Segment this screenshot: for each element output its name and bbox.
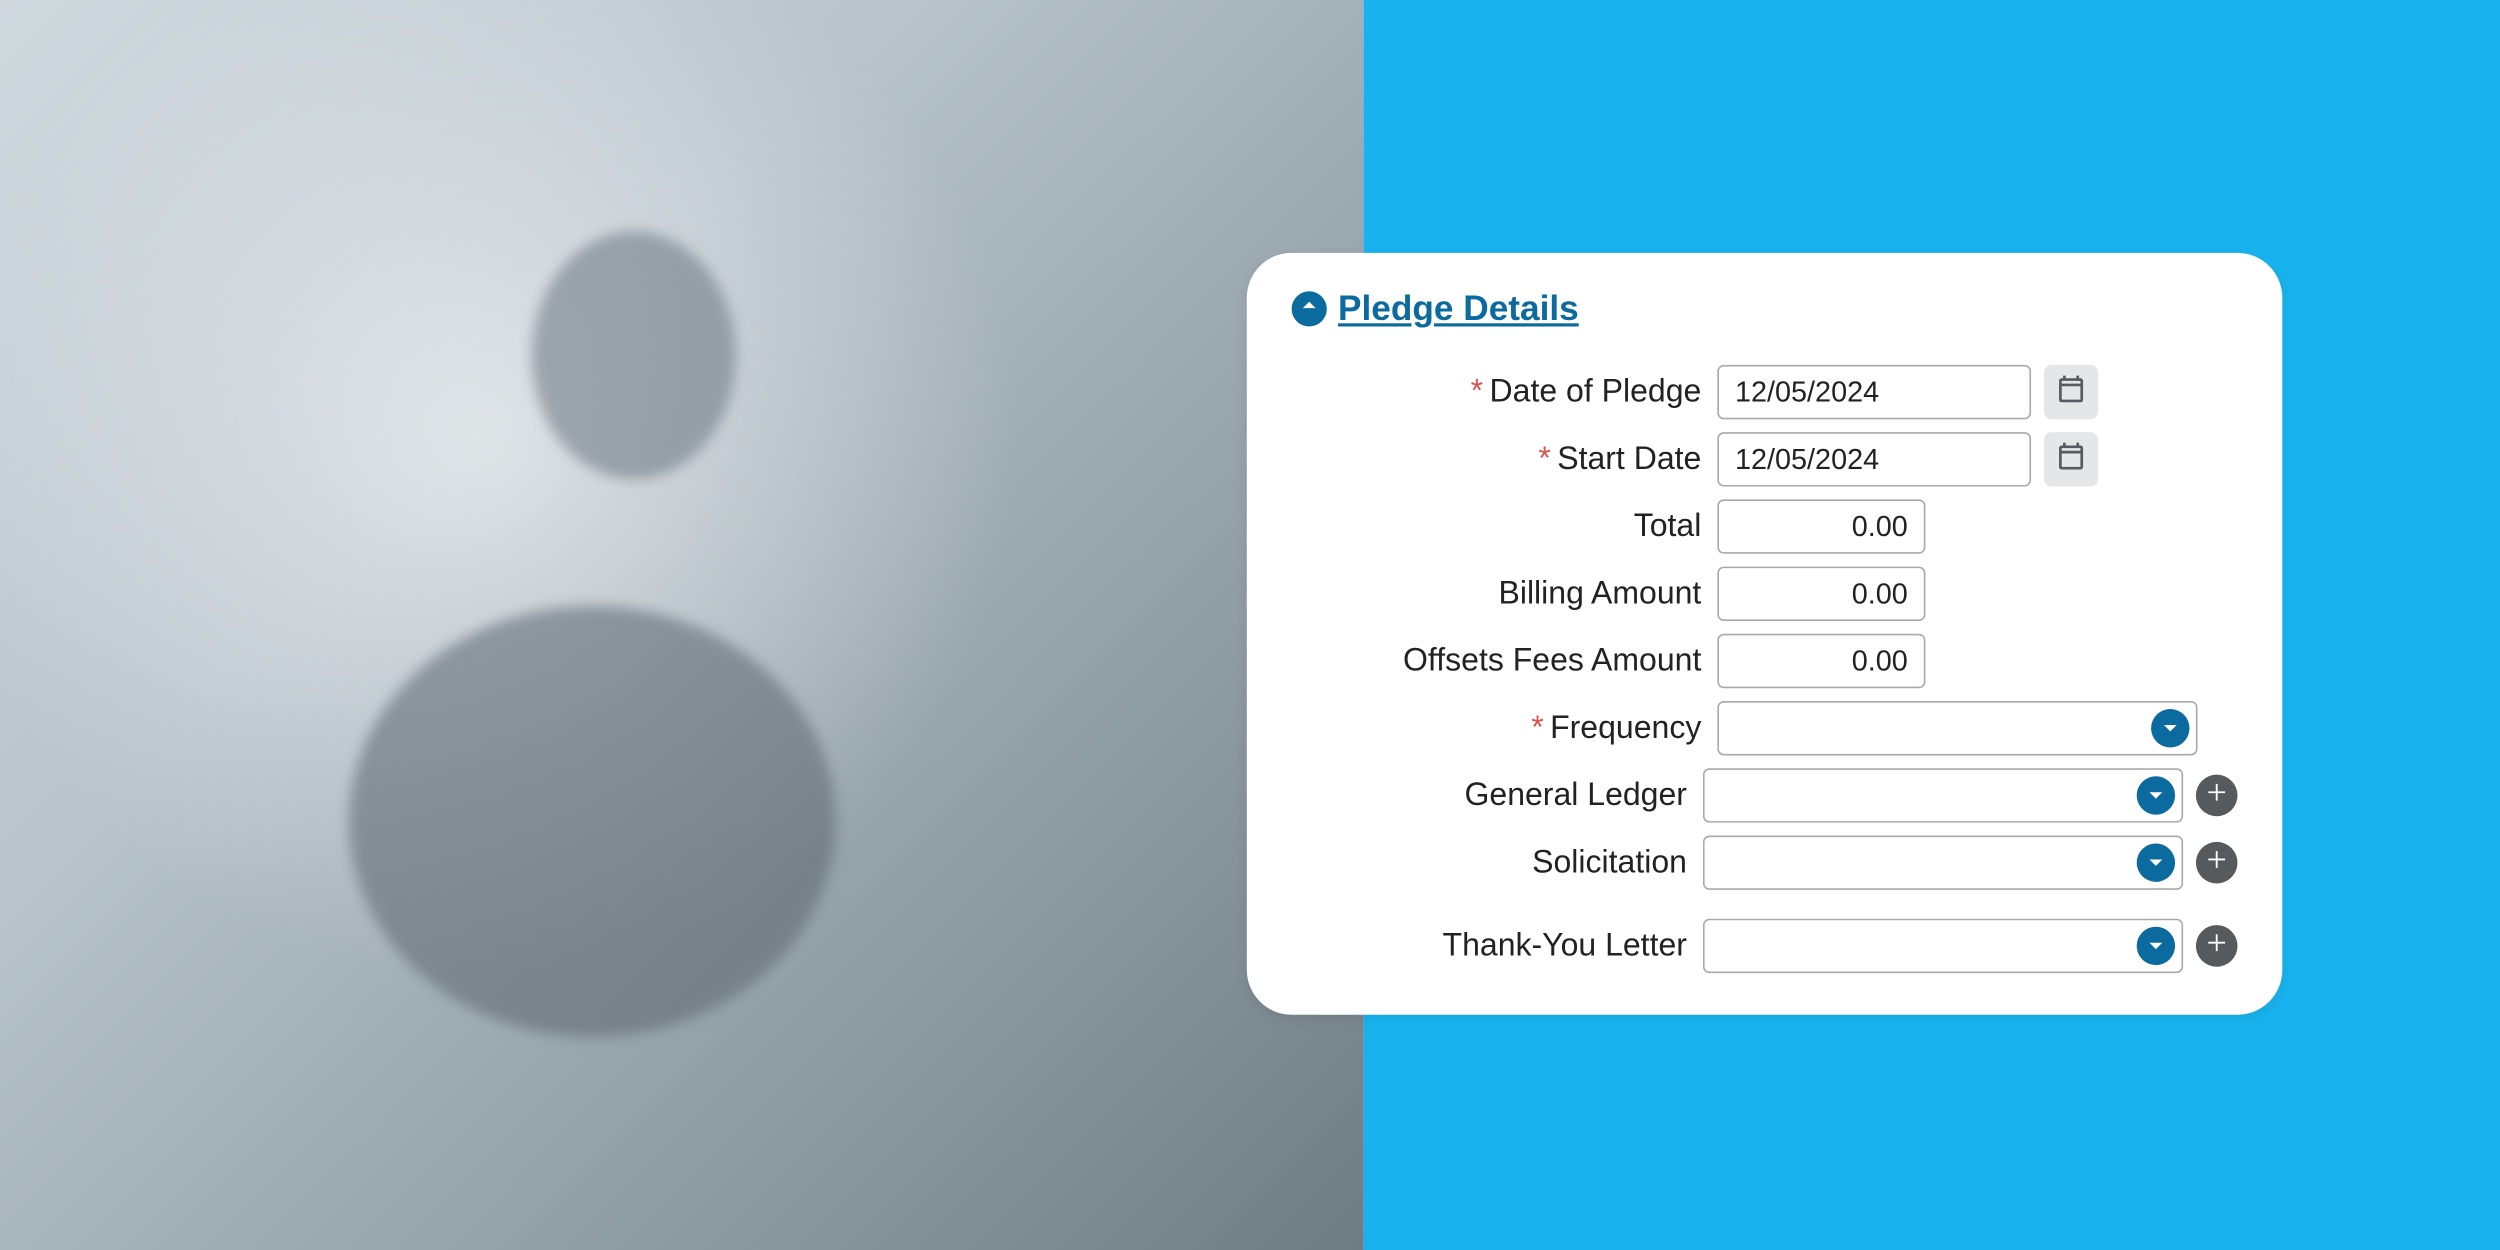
label-thank-you-letter: Thank-You Letter [1292,927,1687,964]
thank-you-letter-select[interactable] [1703,919,2183,973]
label-text: Thank-You Letter [1443,927,1687,962]
calendar-icon [2055,372,2087,412]
label-text: Total [1634,508,1702,543]
row-billing-amount: Billing Amount [1292,560,2238,627]
photo-silhouette [176,176,1008,1072]
label-offsets-fees: Offsets Fees Amount [1292,643,1702,680]
solicitation-select[interactable] [1703,835,2183,889]
label-total: Total [1292,508,1702,545]
add-general-ledger-button[interactable] [2196,775,2238,817]
row-date-of-pledge: *Date of Pledge [1292,359,2238,426]
section-header: Pledge Details [1292,288,2238,330]
plus-icon [2206,931,2228,961]
label-start-date: *Start Date [1292,441,1702,478]
label-text: General Ledger [1464,777,1686,812]
row-start-date: *Start Date [1292,426,2238,493]
add-solicitation-button[interactable] [2196,842,2238,884]
label-solicitation: Solicitation [1292,844,1687,881]
plus-icon [2206,780,2228,810]
plus-icon [2206,847,2228,877]
required-marker: * [1538,441,1550,476]
billing-amount-input[interactable] [1717,567,1925,621]
row-solicitation: Solicitation [1292,829,2238,896]
label-text: Frequency [1550,710,1701,745]
calendar-icon [2055,439,2087,479]
required-marker: * [1471,374,1483,409]
chevron-down-icon [2151,709,2189,747]
label-text: Solicitation [1532,844,1687,879]
chevron-down-icon [2137,843,2175,881]
label-general-ledger: General Ledger [1292,777,1687,814]
start-date-input[interactable] [1717,432,2031,486]
row-total: Total [1292,493,2238,560]
chevron-down-icon [2137,776,2175,814]
label-text: Billing Amount [1498,575,1701,610]
offsets-fees-input[interactable] [1717,634,1925,688]
section-title[interactable]: Pledge Details [1338,288,1579,330]
general-ledger-select[interactable] [1703,768,2183,822]
label-billing-amount: Billing Amount [1292,575,1702,612]
frequency-select[interactable] [1717,701,2197,755]
label-text: Date of Pledge [1490,374,1702,409]
label-frequency: *Frequency [1292,710,1702,747]
row-thank-you-letter: Thank-You Letter [1292,912,2238,979]
row-offsets-fees: Offsets Fees Amount [1292,627,2238,694]
row-general-ledger: General Ledger [1292,762,2238,829]
label-text: Start Date [1557,441,1701,476]
chevron-down-icon [2137,927,2175,965]
label-date-of-pledge: *Date of Pledge [1292,374,1702,411]
pledge-details-card: Pledge Details *Date of Pledge [1247,253,2283,1015]
hero-photo [0,0,1364,1250]
add-thank-you-letter-button[interactable] [2196,925,2238,967]
date-of-pledge-input[interactable] [1717,365,2031,419]
chevron-up-icon [1300,294,1319,323]
row-frequency: *Frequency [1292,695,2238,762]
start-date-calendar-button[interactable] [2044,432,2098,486]
total-input[interactable] [1717,499,1925,553]
label-text: Offsets Fees Amount [1403,643,1701,678]
collapse-button[interactable] [1292,291,1327,326]
date-of-pledge-calendar-button[interactable] [2044,365,2098,419]
required-marker: * [1531,710,1543,745]
